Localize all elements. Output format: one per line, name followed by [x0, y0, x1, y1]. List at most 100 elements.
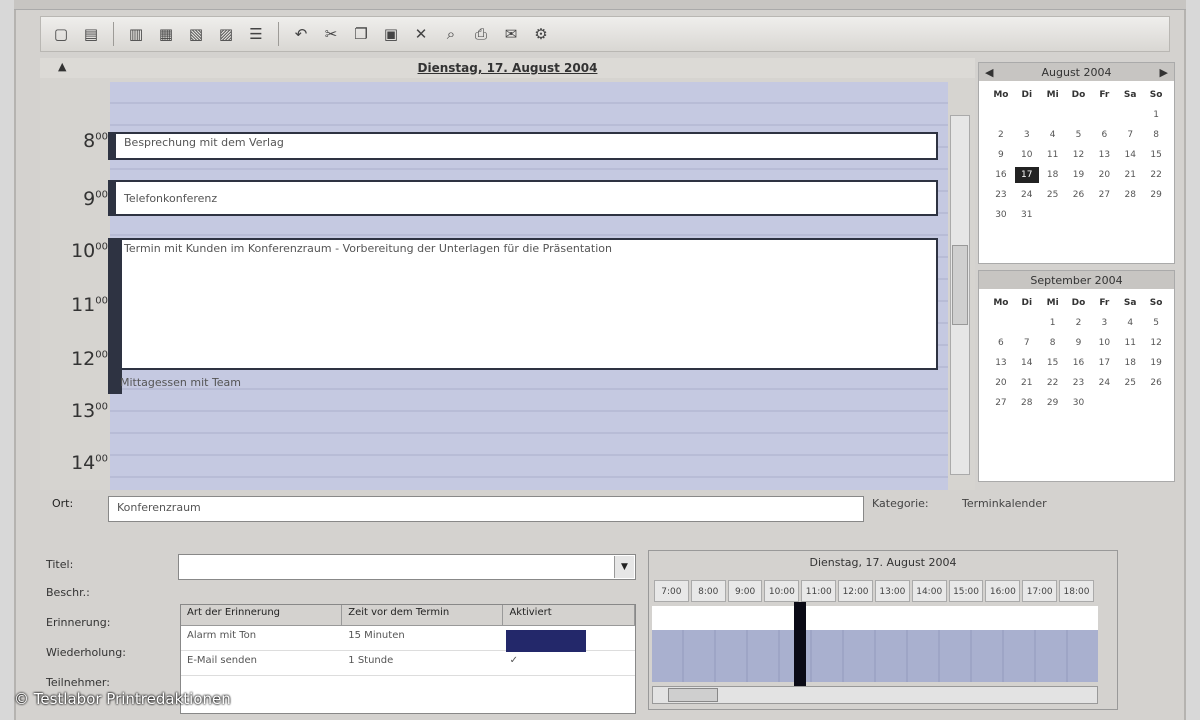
calendar-day[interactable]: 17	[1092, 355, 1116, 371]
appointment-block[interactable]: Telefonkonferenz	[108, 180, 938, 216]
calendar-day[interactable]: 26	[1067, 187, 1091, 203]
prev-month-icon[interactable]: ◀	[985, 66, 993, 79]
copy-icon[interactable]: ❐	[349, 22, 373, 46]
calendar-day[interactable]: 30	[989, 207, 1013, 223]
calendar-day[interactable]: 25	[1118, 375, 1142, 391]
new-icon[interactable]: ▢	[49, 22, 73, 46]
calendar-day[interactable]: 20	[1092, 167, 1116, 183]
appointment-handle[interactable]	[108, 180, 116, 216]
print-icon[interactable]: ⎙	[469, 22, 493, 46]
calendar-day[interactable]: 7	[1015, 335, 1039, 351]
appointment-block[interactable]: Besprechung mit dem Verlag	[108, 132, 938, 160]
calendar-day[interactable]: 1	[1144, 107, 1168, 123]
calendar-day[interactable]: 6	[989, 335, 1013, 351]
appointment-handle[interactable]	[108, 132, 116, 160]
calendar-day[interactable]: 20	[989, 375, 1013, 391]
scheduler-time-marker[interactable]	[794, 602, 806, 686]
calendar-day[interactable]: 26	[1144, 375, 1168, 391]
calendar-day[interactable]: 22	[1144, 167, 1168, 183]
calendar-day[interactable]: 27	[989, 395, 1013, 411]
calendar-day[interactable]: 5	[1067, 127, 1091, 143]
calendar-day[interactable]: 11	[1041, 147, 1065, 163]
month-view-icon[interactable]: ▧	[184, 22, 208, 46]
calendar-day[interactable]: 31	[1015, 207, 1039, 223]
calendar-day[interactable]: 9	[989, 147, 1013, 163]
calendar-day[interactable]: 21	[1118, 167, 1142, 183]
calendar-day[interactable]: 27	[1092, 187, 1116, 203]
collapse-arrow-icon[interactable]: ▲	[58, 60, 66, 73]
calendar-day[interactable]: 6	[1092, 127, 1116, 143]
calendar-day[interactable]: 11	[1118, 335, 1142, 351]
calendar-day[interactable]: 13	[1092, 147, 1116, 163]
calendar-day[interactable]: 8	[1041, 335, 1065, 351]
calendar-day[interactable]: 7	[1118, 127, 1142, 143]
find-icon[interactable]: ⌕	[439, 22, 463, 46]
selected-cell[interactable]	[506, 630, 586, 652]
calendar-day[interactable]: 28	[1015, 395, 1039, 411]
cut-icon[interactable]: ✂	[319, 22, 343, 46]
calendar-day[interactable]: 3	[1092, 315, 1116, 331]
day-view-icon[interactable]: ▥	[124, 22, 148, 46]
paste-icon[interactable]: ▣	[379, 22, 403, 46]
calendar-day[interactable]: 4	[1041, 127, 1065, 143]
scheduler-attendee-row[interactable]	[652, 606, 1098, 630]
calendar-day[interactable]: 16	[1067, 355, 1091, 371]
calendar-day[interactable]: 14	[1015, 355, 1039, 371]
calendar-day[interactable]: 12	[1067, 147, 1091, 163]
calendar-day[interactable]: 17	[1014, 167, 1039, 183]
appointment-text[interactable]: Mittagessen mit Team	[120, 376, 241, 389]
list-view-icon[interactable]: ☰	[244, 22, 268, 46]
calendar-day[interactable]: 14	[1118, 147, 1142, 163]
calendar-day[interactable]: 10	[1092, 335, 1116, 351]
calendar-day[interactable]: 29	[1041, 395, 1065, 411]
calendar-day[interactable]: 21	[1015, 375, 1039, 391]
column-header[interactable]: Art der Erinnerung	[181, 605, 343, 625]
calendar-day[interactable]: 22	[1041, 375, 1065, 391]
settings-icon[interactable]: ⚙	[529, 22, 553, 46]
calendar-day[interactable]: 19	[1144, 355, 1168, 371]
calendar-day[interactable]: 24	[1092, 375, 1116, 391]
next-month-icon[interactable]: ▶	[1160, 66, 1168, 79]
scheduler-busy-band[interactable]	[652, 630, 1098, 682]
calendar-day[interactable]: 15	[1041, 355, 1065, 371]
calendar-day[interactable]: 23	[1067, 375, 1091, 391]
day-scrollbar-thumb[interactable]	[952, 245, 968, 325]
calendar-day[interactable]: 24	[1015, 187, 1039, 203]
calendar-day[interactable]: 9	[1067, 335, 1091, 351]
calendar-day[interactable]: 18	[1118, 355, 1142, 371]
calendar-day[interactable]: 12	[1144, 335, 1168, 351]
calendar-day[interactable]: 13	[989, 355, 1013, 371]
calendar-day[interactable]: 5	[1144, 315, 1168, 331]
title-input[interactable]	[178, 554, 636, 580]
column-header[interactable]: Aktiviert	[503, 605, 636, 625]
year-view-icon[interactable]: ▨	[214, 22, 238, 46]
calendar-day[interactable]: 29	[1144, 187, 1168, 203]
calendar-day[interactable]: 4	[1118, 315, 1142, 331]
table-cell[interactable]: ✓	[504, 651, 635, 675]
calendar-day[interactable]: 10	[1015, 147, 1039, 163]
column-header[interactable]: Zeit vor dem Termin	[342, 605, 504, 625]
calendar-day[interactable]: 25	[1041, 187, 1065, 203]
table-row[interactable]: E-Mail senden 1 Stunde ✓	[181, 651, 635, 676]
calendar-day[interactable]: 2	[989, 127, 1013, 143]
scheduler-scrollbar-thumb[interactable]	[668, 688, 718, 702]
calendar-day[interactable]: 16	[989, 167, 1013, 183]
calendar-day[interactable]: 19	[1067, 167, 1091, 183]
category-value[interactable]: Terminkalender	[962, 497, 1047, 510]
calendar-day[interactable]: 8	[1144, 127, 1168, 143]
calendar-day[interactable]: 3	[1015, 127, 1039, 143]
calendar-day[interactable]: 1	[1041, 315, 1065, 331]
appointment-block-selected[interactable]: Termin mit Kunden im Konferenzraum - Vor…	[108, 238, 938, 370]
week-view-icon[interactable]: ▦	[154, 22, 178, 46]
undo-icon[interactable]: ↶	[289, 22, 313, 46]
calendar-day[interactable]: 2	[1067, 315, 1091, 331]
calendar-day[interactable]: 18	[1041, 167, 1065, 183]
calendar-day[interactable]: 28	[1118, 187, 1142, 203]
location-input[interactable]: Konferenzraum	[108, 496, 864, 522]
appointment-handle[interactable]	[108, 238, 122, 394]
calendar-day[interactable]: 15	[1144, 147, 1168, 163]
mail-icon[interactable]: ✉	[499, 22, 523, 46]
scheduler-scrollbar[interactable]	[652, 686, 1098, 704]
calendar-day[interactable]: 30	[1067, 395, 1091, 411]
calendar-day[interactable]: 23	[989, 187, 1013, 203]
